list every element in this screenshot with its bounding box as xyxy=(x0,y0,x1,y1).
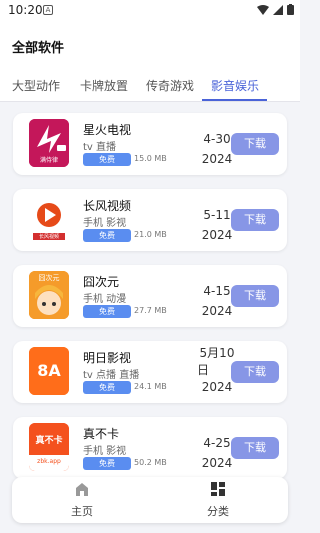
app-tags: 手机 影视 xyxy=(83,218,127,229)
list-item[interactable]: 长风视频 长风视频 手机 影视 免费 21.0 MB 5-11 2024 下载 xyxy=(13,189,287,251)
free-badge: 免费 xyxy=(83,305,131,318)
app-size: 50.2 MB xyxy=(134,458,167,467)
app-size: 21.0 MB xyxy=(134,230,167,239)
page-title: 全部软件 xyxy=(12,41,65,56)
app-tags: 手机 影视 xyxy=(83,446,127,457)
tab-action[interactable]: 大型动作 xyxy=(12,77,60,94)
download-button[interactable]: 下载 xyxy=(231,285,279,307)
app-icon-caption: 8A xyxy=(37,361,61,380)
nav-category-label: 分类 xyxy=(207,505,229,518)
wifi-icon xyxy=(257,4,269,15)
app-name: 真不卡 xyxy=(83,427,120,441)
app-icon-changfeng: 长风视频 xyxy=(29,195,69,243)
download-button[interactable]: 下载 xyxy=(231,209,279,231)
app-icon-caption: 满侍律 xyxy=(39,157,58,164)
grid-icon xyxy=(211,482,225,496)
nav-home[interactable]: 主页 xyxy=(42,481,122,519)
download-button[interactable]: 下载 xyxy=(231,133,279,155)
free-badge: 免费 xyxy=(83,381,131,394)
tab-entertainment[interactable]: 影音娱乐 xyxy=(211,77,259,94)
nav-category[interactable]: 分类 xyxy=(178,481,258,519)
status-time: 10:20 xyxy=(8,3,43,17)
status-icons xyxy=(257,4,294,15)
app-icon-subcaption: zbk.app xyxy=(37,458,61,465)
download-button[interactable]: 下载 xyxy=(231,361,279,383)
free-badge: 免费 xyxy=(83,229,131,242)
home-icon xyxy=(76,483,88,496)
category-tabs: 大型动作 卡牌放置 传奇游戏 影音娱乐 xyxy=(0,68,300,102)
signal-icon xyxy=(273,4,283,15)
status-bar: 10:20 A xyxy=(0,0,300,22)
bottom-nav: 主页 分类 xyxy=(12,477,288,523)
app-icon-jiongciyuan: 囧次元 xyxy=(29,271,69,319)
app-name: 长风视频 xyxy=(83,199,132,213)
active-tab-indicator xyxy=(202,99,267,101)
tab-legend[interactable]: 传奇游戏 xyxy=(146,77,194,94)
app-tags: tv 点播 直播 xyxy=(83,370,140,381)
app-name: 囧次元 xyxy=(83,275,120,289)
list-item[interactable]: 囧次元 囧次元 手机 动漫 免费 27.7 MB 4-15 2024 下载 xyxy=(13,265,287,327)
list-item[interactable]: 8A 明日影视 tv 点播 直播 免费 24.1 MB 5月10 日 2024 … xyxy=(13,341,287,403)
free-badge: 免费 xyxy=(83,153,131,166)
app-name: 星火电视 xyxy=(83,123,132,137)
app-name: 明日影视 xyxy=(83,351,132,365)
nav-home-label: 主页 xyxy=(71,505,93,518)
download-button[interactable]: 下载 xyxy=(231,437,279,459)
battery-icon xyxy=(287,4,294,15)
app-icon-caption: 长风视频 xyxy=(38,234,59,240)
app-icon-caption: 真不卡 xyxy=(35,436,63,446)
app-size: 15.0 MB xyxy=(134,154,167,163)
list-item[interactable]: 真不卡 zbk.app 真不卡 手机 影视 免费 50.2 MB 4-25 20… xyxy=(13,417,287,479)
tab-card[interactable]: 卡牌放置 xyxy=(80,77,128,94)
app-size: 24.1 MB xyxy=(134,382,167,391)
app-icon-caption: 囧次元 xyxy=(38,274,60,282)
date-line: 5月10 xyxy=(199,346,235,360)
notification-a-icon: A xyxy=(43,5,53,15)
app-tags: 手机 动漫 xyxy=(83,294,127,305)
app-size: 27.7 MB xyxy=(134,306,167,315)
app-icon-xinghuo: 满侍律 xyxy=(29,119,69,167)
free-badge: 免费 xyxy=(83,457,131,470)
list-item[interactable]: 满侍律 星火电视 tv 直播 免费 15.0 MB 4-30 2024 下载 xyxy=(13,113,287,175)
app-icon-mingri: 8A xyxy=(29,347,69,395)
app-tags: tv 直播 xyxy=(83,142,117,153)
app-icon-zhenbuka: 真不卡 zbk.app xyxy=(29,423,69,471)
